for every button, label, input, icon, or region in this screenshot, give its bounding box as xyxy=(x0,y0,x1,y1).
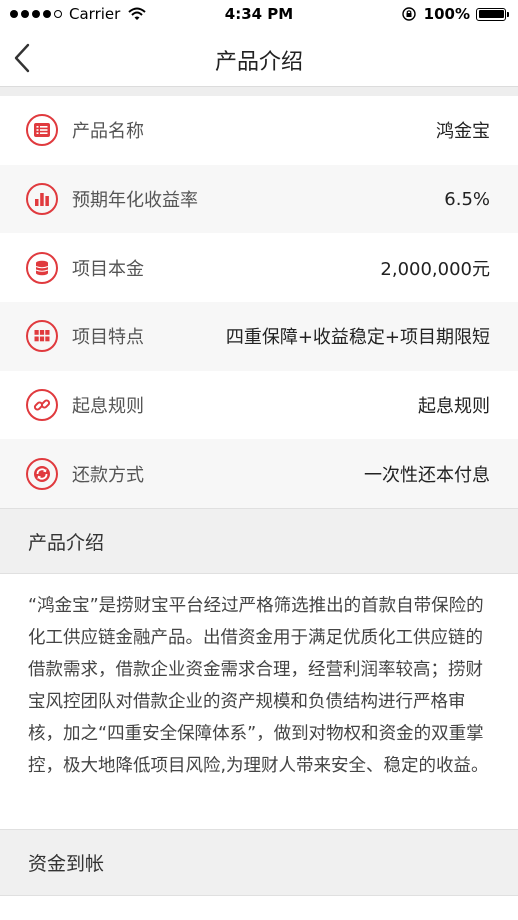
row-label: 预期年化收益率 xyxy=(72,190,198,212)
status-right: 100% xyxy=(401,5,509,23)
battery-percent: 100% xyxy=(423,5,470,23)
page-title: 产品介绍 xyxy=(214,50,303,75)
intro-description: “鸿金宝”是捞财宝平台经过严格筛选推出的首款自带保险的化工供应链金融产品。出借资… xyxy=(0,574,518,829)
row-value[interactable]: 起息规则 xyxy=(418,392,490,418)
row-product-name: 产品名称 鸿金宝 xyxy=(0,96,518,165)
bar-chart-icon xyxy=(26,183,58,216)
row-value: 鸿金宝 xyxy=(436,121,490,143)
battery-icon xyxy=(476,7,509,21)
row-value: 一次性还本付息 xyxy=(364,464,490,486)
row-value: 6.5% xyxy=(444,188,490,210)
row-expected-yield: 预期年化收益率 6.5% xyxy=(0,164,518,234)
row-value: 2,000,000元 xyxy=(380,258,490,280)
coins-icon xyxy=(26,251,58,284)
row-label: 还款方式 xyxy=(72,464,144,486)
product-info-list: 产品名称 鸿金宝 预期年化收益率 6.5% 项目本金 2,000,000元 项目… xyxy=(0,96,518,509)
row-label: 产品名称 xyxy=(72,121,144,143)
status-bar: Carrier 4:34 PM 100% xyxy=(0,0,518,30)
row-value: 四重保障+收益稳定+项目期限短 xyxy=(225,327,490,349)
rotation-lock-icon xyxy=(401,7,416,21)
section-header-funds: 资金到帐 xyxy=(0,829,518,896)
row-label: 项目特点 xyxy=(72,327,144,349)
row-repayment: 还款方式 一次性还本付息 xyxy=(0,439,518,509)
row-principal: 项目本金 2,000,000元 xyxy=(0,233,518,303)
row-label: 项目本金 xyxy=(72,258,144,280)
link-icon xyxy=(26,389,58,422)
refresh-icon xyxy=(26,457,58,490)
section-header-intro: 产品介绍 xyxy=(0,508,518,574)
grid-icon xyxy=(26,320,58,353)
row-interest-rule[interactable]: 起息规则 起息规则 xyxy=(0,370,518,440)
intro-text: “鸿金宝”是捞财宝平台经过严格筛选推出的首款自带保险的化工供应链金融产品。出借资… xyxy=(28,596,489,776)
row-label: 起息规则 xyxy=(72,396,144,418)
nav-divider xyxy=(0,86,518,96)
list-icon xyxy=(26,114,58,147)
row-features: 项目特点 四重保障+收益稳定+项目期限短 xyxy=(0,302,518,371)
nav-bar: 产品介绍 xyxy=(0,30,518,86)
